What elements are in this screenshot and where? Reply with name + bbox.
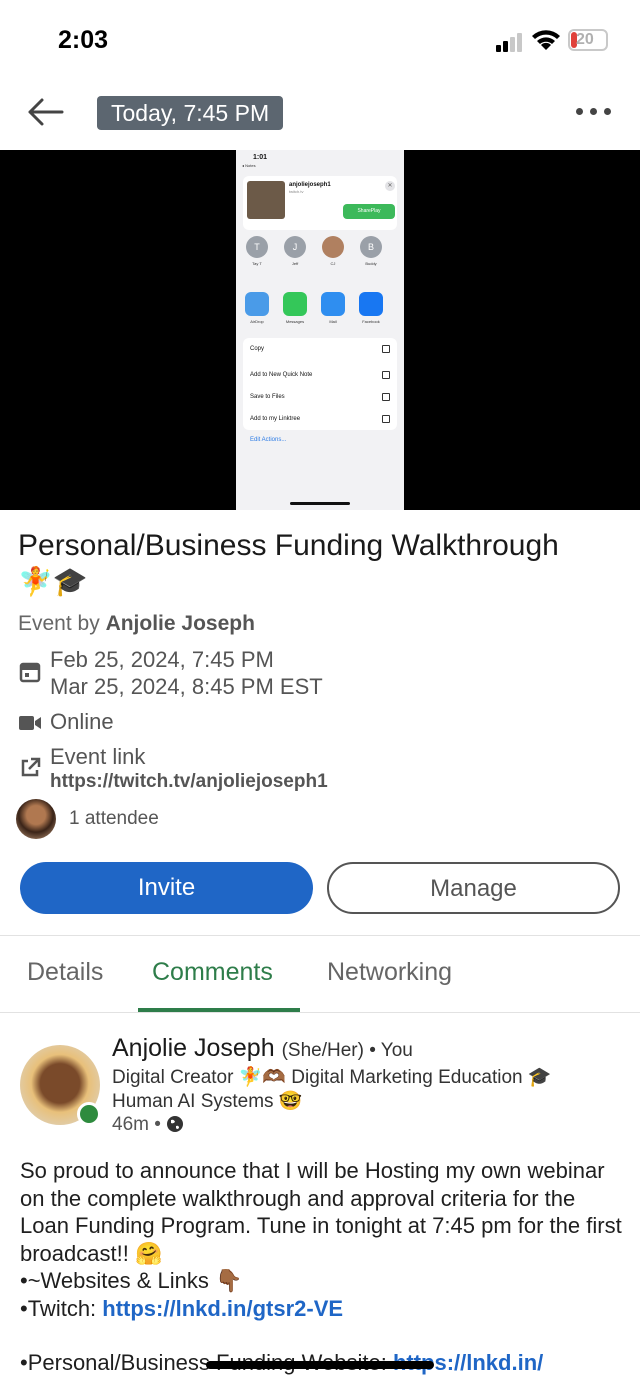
preview-time: 1:01 <box>253 154 268 161</box>
preview-person: B Buddy <box>358 236 384 266</box>
preview-app: AirDrop <box>244 292 270 324</box>
twitch-link[interactable]: https://lnkd.in/gtsr2-VE <box>102 1296 343 1321</box>
preview-action: Copy <box>243 338 397 360</box>
preview-person: J Jeff <box>282 236 308 266</box>
preview-app: Messages <box>282 292 308 324</box>
date-chip: Today, 7:45 PM <box>97 96 284 130</box>
preview-actions-list: Copy Add to New Quick Note Save to Files… <box>243 338 397 430</box>
preview-share-card: anjoliejoseph1 twitch.tv ✕ SharePlay <box>243 176 397 230</box>
preview-app: Facebook <box>358 292 384 324</box>
preview-card-name: anjoliejoseph1 <box>289 182 331 188</box>
tab-details[interactable]: Details <box>27 958 103 987</box>
battery-icon: 20 <box>568 29 608 51</box>
video-camera-icon <box>19 716 41 730</box>
comment-body: So proud to announce that I will be Host… <box>20 1157 630 1377</box>
preview-action: Add to my Linktree <box>243 408 397 430</box>
comment-author-pronouns: (She/Her) <box>281 1040 364 1061</box>
preview-apps-row: AirDrop Messages Mail Facebook <box>244 292 404 328</box>
attendee-avatar[interactable] <box>16 799 56 839</box>
invite-button[interactable]: Invite <box>20 862 313 914</box>
event-end-date: Mar 25, 2024, 8:45 PM EST <box>50 674 323 699</box>
divider <box>0 1012 640 1013</box>
event-start-date: Feb 25, 2024, 7:45 PM <box>50 647 274 672</box>
preview-people-row: T Tay T J Jeff CJ B Buddy <box>244 236 404 272</box>
tab-networking[interactable]: Networking <box>327 958 452 987</box>
event-title-emoji: 🧚🎓 <box>18 565 88 598</box>
preview-close-icon: ✕ <box>385 181 395 191</box>
comment-line: •Twitch: https://lnkd.in/gtsr2-VE <box>20 1295 344 1321</box>
organizer-name[interactable]: Anjolie Joseph <box>106 612 255 635</box>
event-title-text: Personal/Business Funding Walkthrough <box>18 529 559 562</box>
online-status-dot <box>77 1102 101 1126</box>
preview-shareplay: SharePlay <box>343 204 395 219</box>
comment-author-name[interactable]: Anjolie Joseph <box>112 1034 275 1062</box>
preview-person: T Tay T <box>244 236 270 266</box>
back-arrow-icon[interactable] <box>26 96 66 128</box>
calendar-icon <box>19 662 41 683</box>
preview-person: CJ <box>320 236 346 266</box>
comment-line: •~Websites & Links 👇🏾 <box>20 1268 243 1293</box>
tab-comments[interactable]: Comments <box>152 958 273 987</box>
preview-home-indicator <box>290 502 350 505</box>
preview-thumbnail <box>247 181 285 219</box>
event-link-label: Event link <box>50 744 146 769</box>
video-preview[interactable]: 1:01 ◂ Notes anjoliejoseph1 twitch.tv ✕ … <box>0 150 640 510</box>
tab-bar: Details Comments Networking <box>0 936 640 1012</box>
event-location-row: Online <box>18 708 618 738</box>
external-link-icon <box>21 757 41 777</box>
wifi-icon <box>532 30 560 50</box>
navigation-bar: Today, 7:45 PM <box>0 88 640 138</box>
comment-paragraph: So proud to announce that I will be Host… <box>20 1158 622 1266</box>
attendee-count[interactable]: 1 attendee <box>69 808 159 830</box>
preview-app: Mail <box>320 292 346 324</box>
event-link-row[interactable]: Event link https://twitch.tv/anjoliejose… <box>18 743 618 795</box>
event-title: Personal/Business Funding Walkthrough 🧚🎓 <box>18 528 628 600</box>
status-time: 2:03 <box>58 26 109 54</box>
status-bar: 2:03 20 <box>0 0 640 80</box>
event-dates-row: Feb 25, 2024, 7:45 PM Mar 25, 2024, 8:45… <box>18 646 618 702</box>
comment-author-you: • You <box>363 1040 413 1061</box>
battery-level: 20 <box>576 31 594 48</box>
comment-author: Anjolie Joseph (She/Her) • You <box>112 1034 413 1063</box>
preview-back-label: ◂ Notes <box>242 163 256 168</box>
preview-edit-actions: Edit Actions... <box>250 437 287 443</box>
comment-author-headline: Digital Creator 🧚🫶🏾 Digital Marketing Ed… <box>112 1067 552 1112</box>
preview-card-sub: twitch.tv <box>289 189 304 194</box>
event-link-url[interactable]: https://twitch.tv/anjoliejoseph1 <box>50 768 328 796</box>
manage-button[interactable]: Manage <box>327 862 620 914</box>
preview-action: Save to Files <box>243 386 397 408</box>
comment-timestamp: 46m • <box>112 1114 184 1136</box>
event-location: Online <box>50 709 114 734</box>
preview-action: Add to New Quick Note <box>243 364 397 386</box>
screen-recording-thumbnail: 1:01 ◂ Notes anjoliejoseph1 twitch.tv ✕ … <box>236 150 404 510</box>
cellular-signal-icon <box>496 32 524 52</box>
home-indicator <box>206 1361 434 1369</box>
globe-icon <box>167 1116 184 1132</box>
more-options-icon[interactable] <box>576 106 612 118</box>
event-organizer: Event by Anjolie Joseph <box>18 612 255 635</box>
